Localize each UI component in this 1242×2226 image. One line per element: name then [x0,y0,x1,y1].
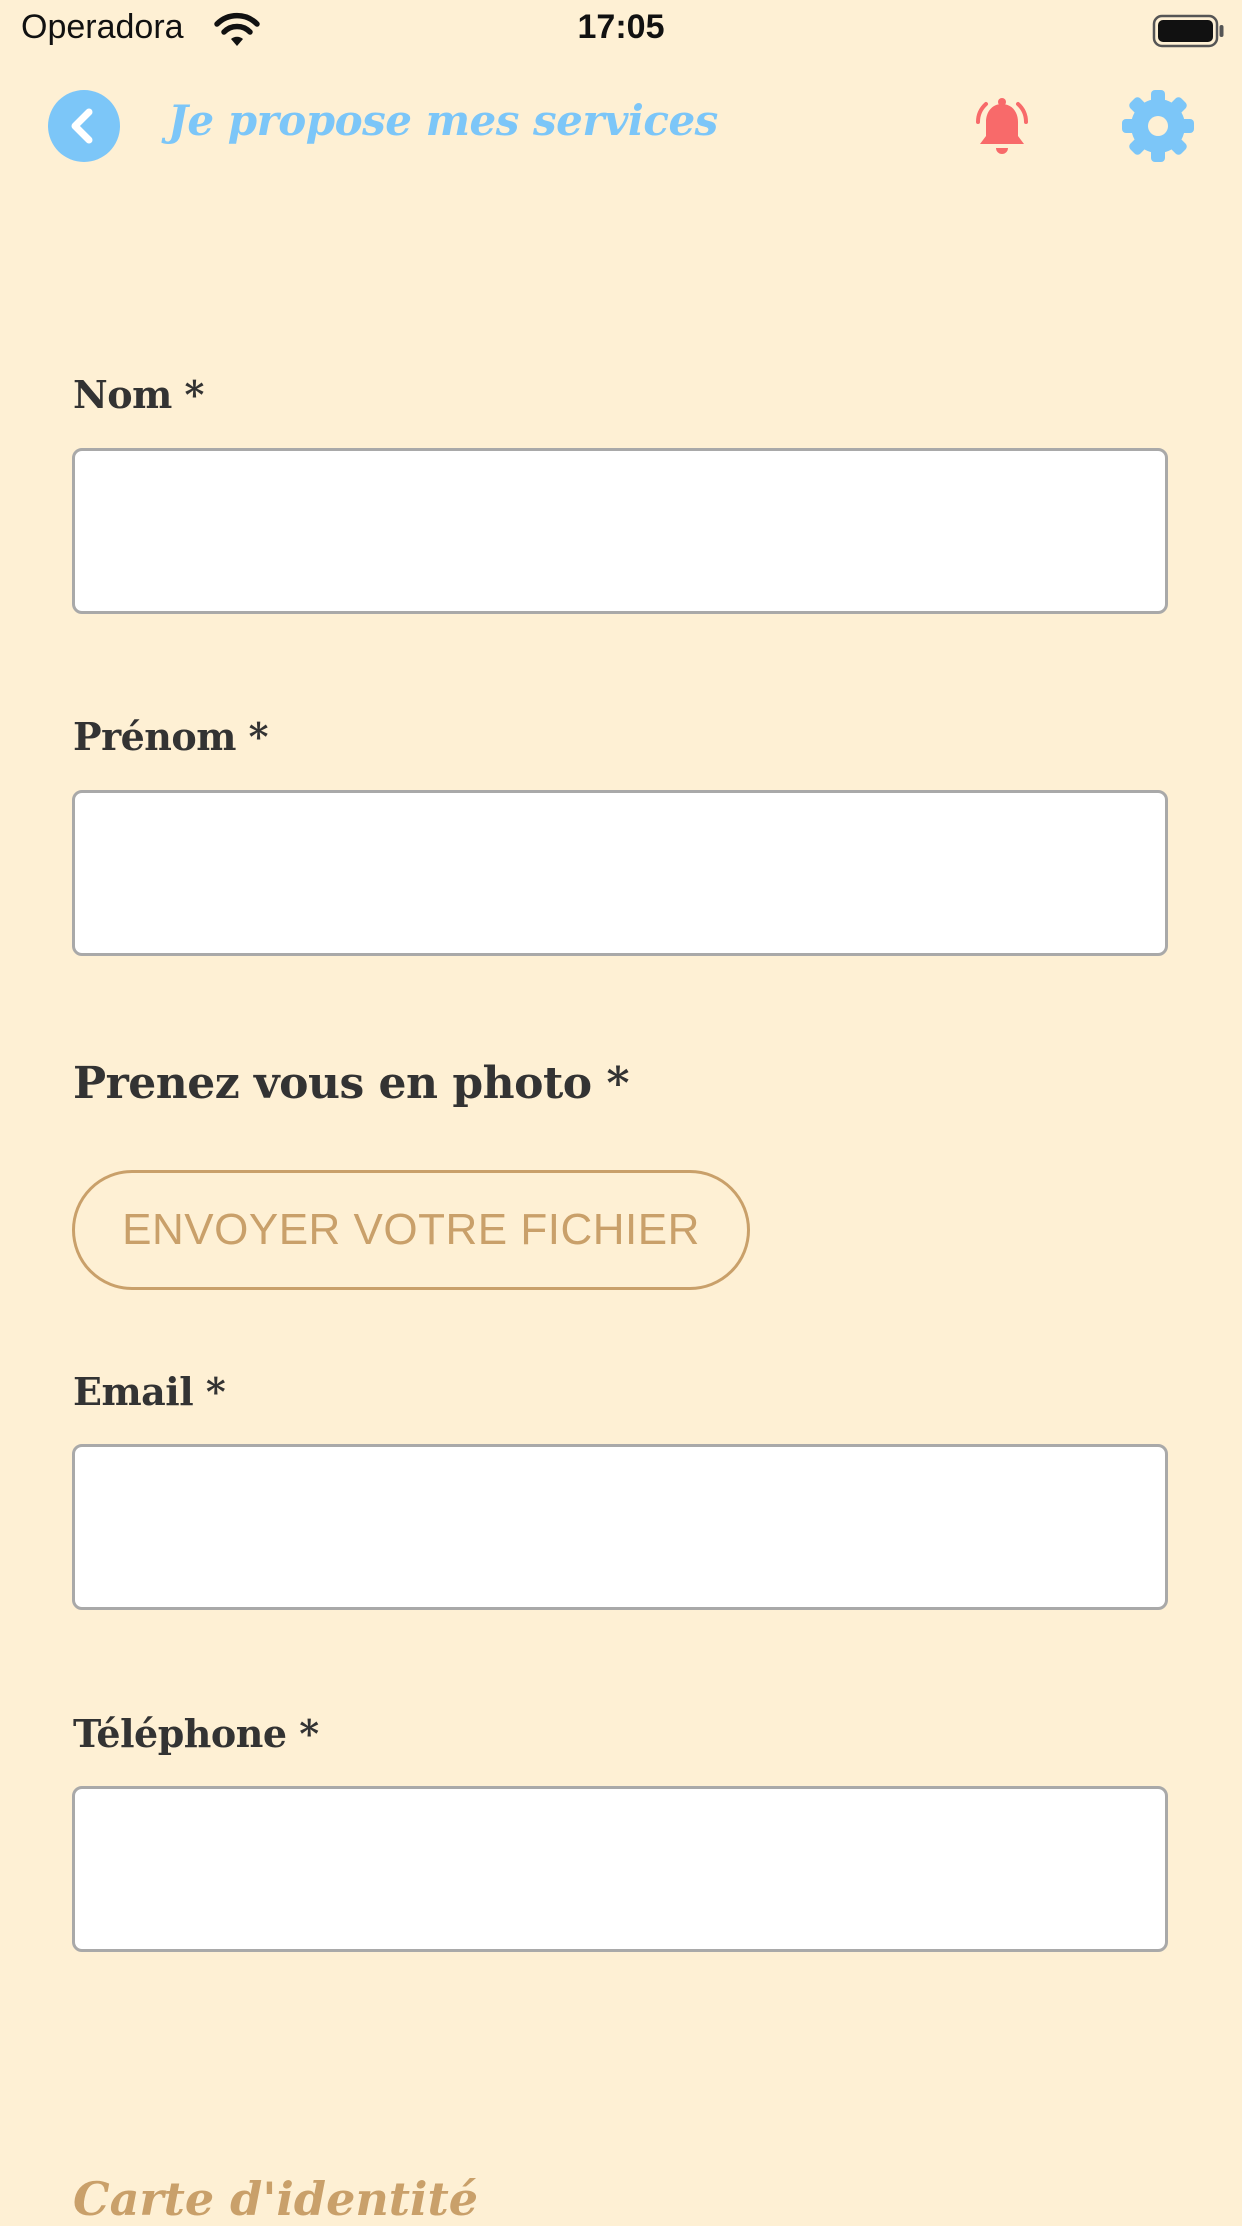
nom-label: Nom * [73,372,204,417]
prenom-label: Prénom * [73,714,269,759]
page-title: Je propose mes services [168,96,718,145]
battery-icon [1152,14,1224,48]
nom-input[interactable] [72,448,1168,614]
back-button[interactable] [48,90,120,162]
bell-icon[interactable] [966,92,1038,164]
upload-file-button[interactable]: ENVOYER VOTRE FICHIER [72,1170,750,1290]
telephone-input[interactable] [72,1786,1168,1952]
prenom-input[interactable] [72,790,1168,956]
email-input[interactable] [72,1444,1168,1610]
id-card-heading: Carte d'identité [73,2172,479,2226]
gear-icon[interactable] [1120,88,1196,164]
status-bar: Operadora 17:05 [0,0,1242,62]
telephone-label: Téléphone * [73,1711,319,1756]
email-label: Email * [73,1369,226,1414]
photo-label: Prenez vous en photo * [73,1058,629,1109]
chevron-left-icon [71,108,93,144]
status-time: 17:05 [577,8,665,46]
